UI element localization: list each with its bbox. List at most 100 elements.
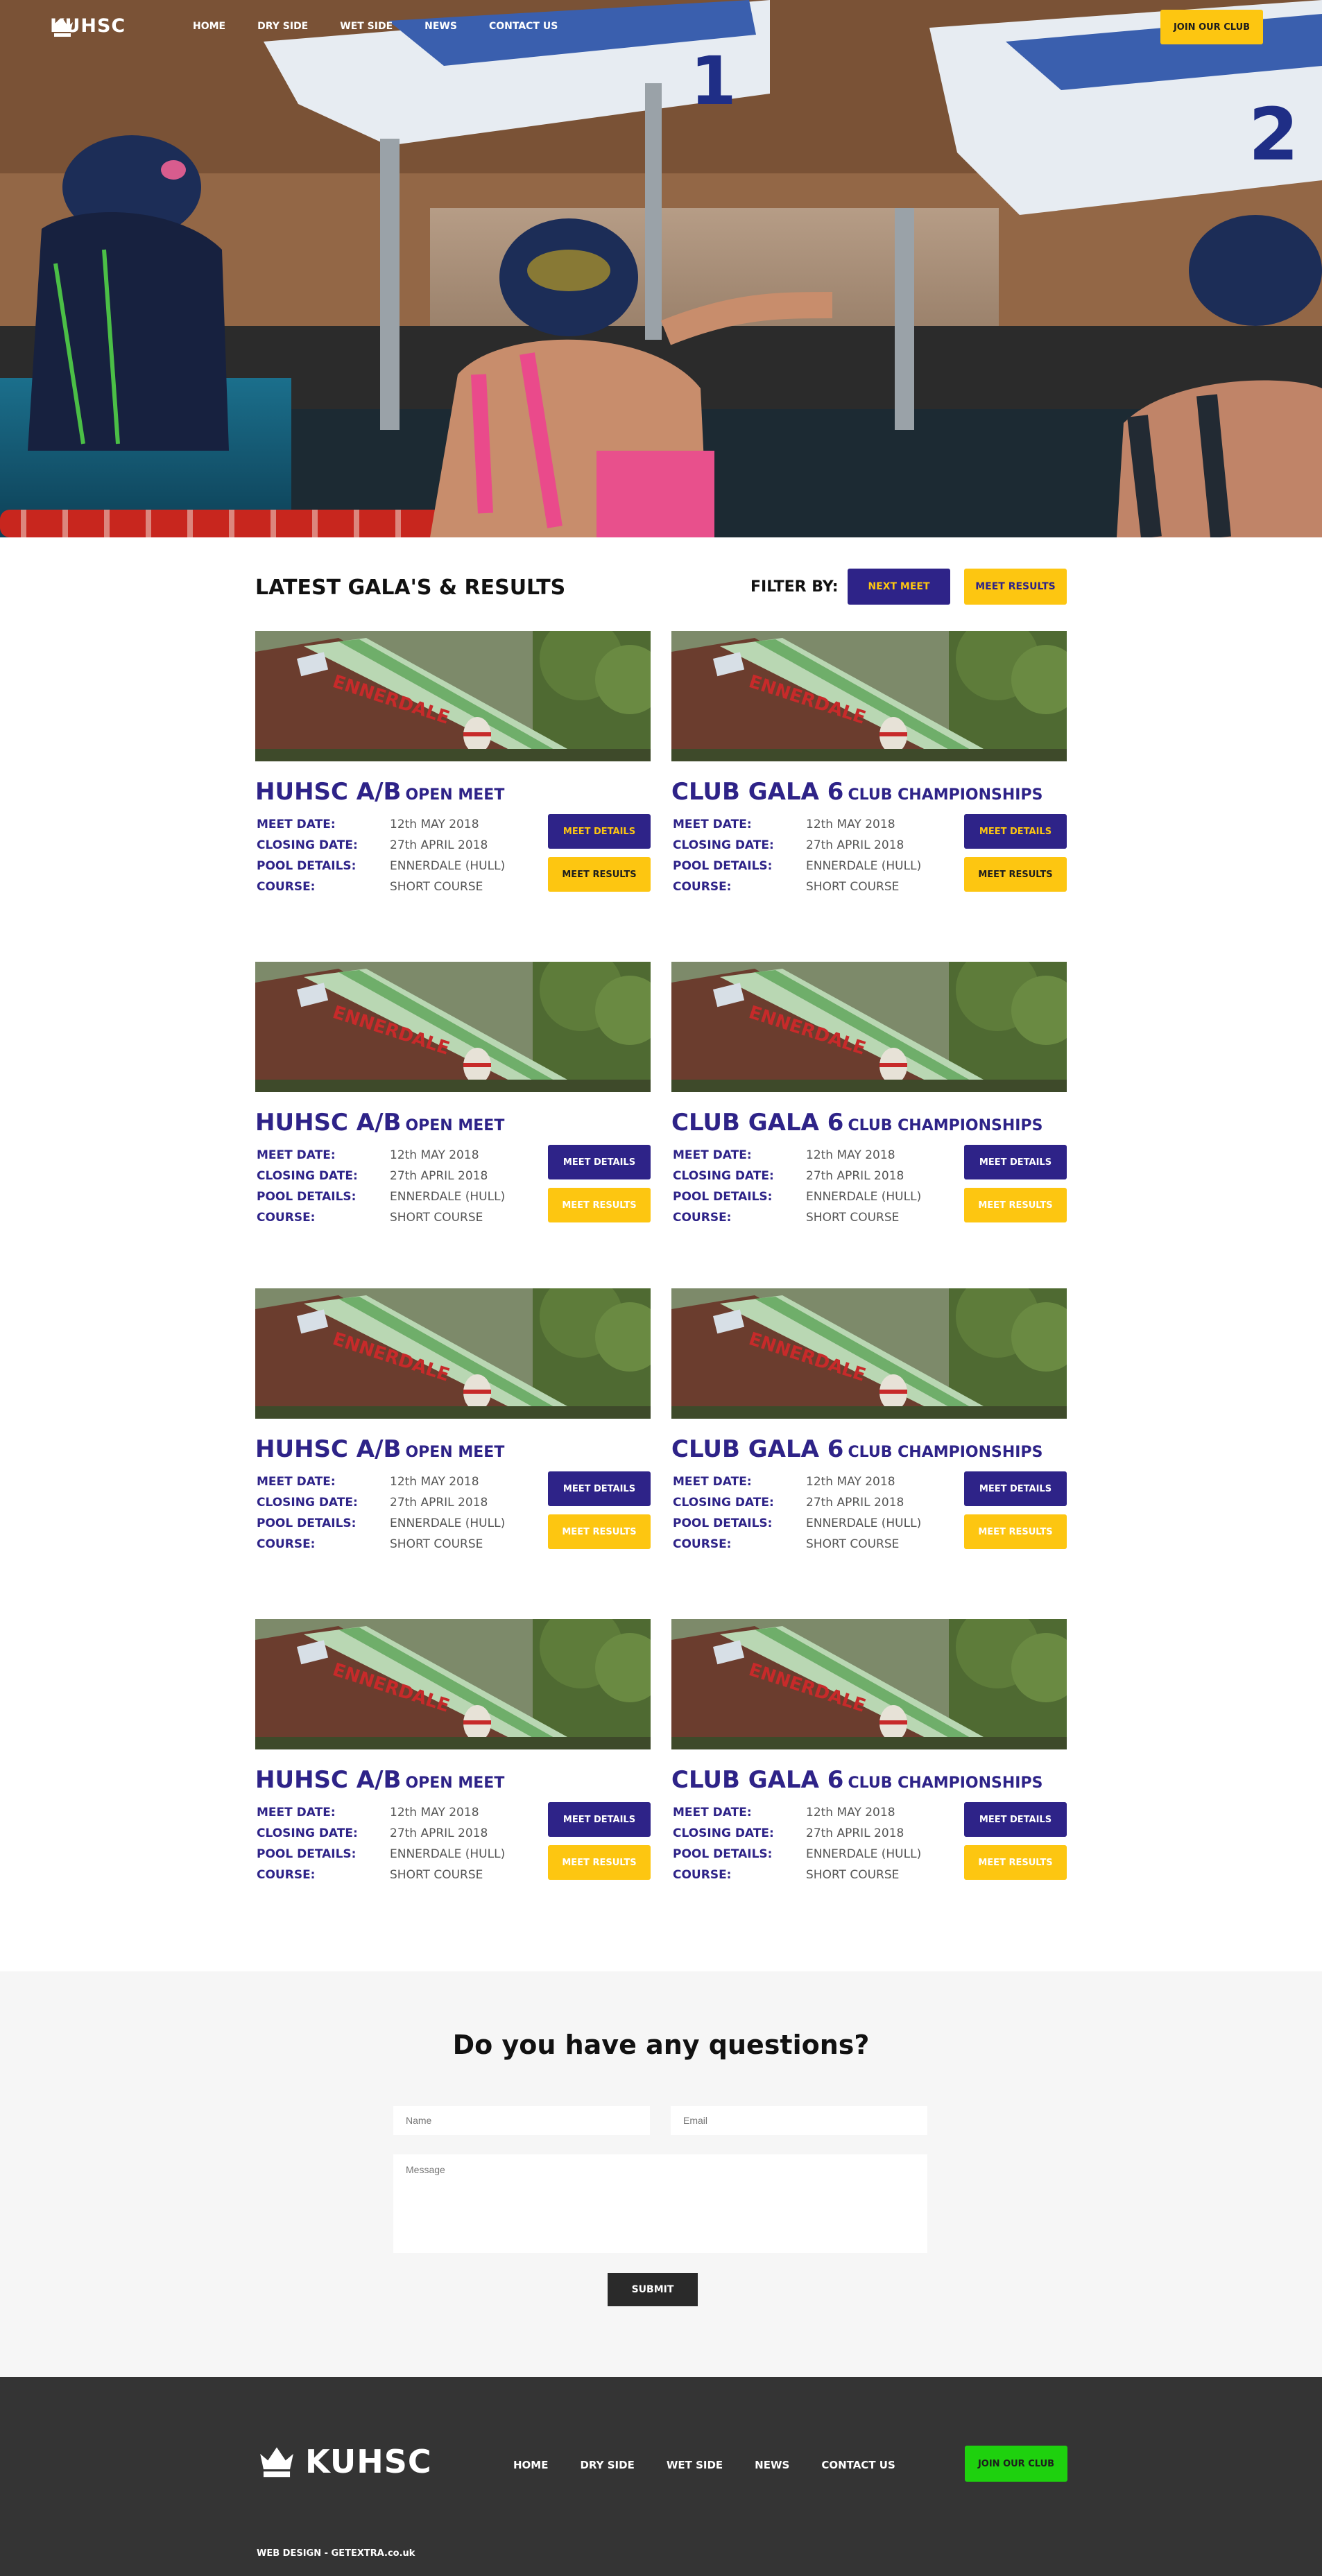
filter-meet-results-button[interactable]: MEET RESULTS	[964, 569, 1067, 605]
pool-building-image: ENNERDALE	[255, 631, 651, 761]
pool-details-row: POOL DETAILS: ENNERDALE (HULL)	[673, 1187, 943, 1208]
meet-date-value: 12th MAY 2018	[806, 1806, 895, 1819]
closing-date-row: CLOSING DATE: 27th APRIL 2018	[257, 1824, 527, 1844]
footer-nav-news[interactable]: NEWS	[755, 2459, 789, 2471]
course-row: COURSE: SHORT COURSE	[673, 877, 943, 898]
gala-title: CLUB GALA 6 CLUB CHAMPIONSHIPS	[671, 1435, 1042, 1463]
pool-building-image: ENNERDALE	[671, 1619, 1067, 1749]
meet-details-button[interactable]: MEET DETAILS	[548, 814, 651, 849]
closing-date-value: 27th APRIL 2018	[390, 1169, 488, 1183]
footer-nav-contact-us[interactable]: CONTACT US	[821, 2459, 895, 2471]
meet-date-row: MEET DATE: 12th MAY 2018	[673, 1472, 943, 1493]
course-row: COURSE: SHORT COURSE	[257, 1535, 527, 1555]
meet-details-button[interactable]: MEET DETAILS	[548, 1145, 651, 1179]
email-field[interactable]	[671, 2106, 927, 2135]
meet-date-row: MEET DATE: 12th MAY 2018	[673, 815, 943, 836]
gala-card: ENNERDALE HUHSC A/B OPEN MEET MEET DATE: …	[255, 631, 651, 908]
filter-next-meet-button[interactable]: NEXT MEET	[848, 569, 950, 605]
meet-details-button[interactable]: MEET DETAILS	[964, 1802, 1067, 1837]
nav-home[interactable]: HOME	[193, 21, 225, 32]
meet-date-value: 12th MAY 2018	[806, 1475, 895, 1489]
footer-nav-home[interactable]: HOME	[513, 2459, 548, 2471]
meet-results-button[interactable]: MEET RESULTS	[964, 1188, 1067, 1222]
gala-card: ENNERDALE CLUB GALA 6 CLUB CHAMPIONSHIPS …	[671, 962, 1067, 1239]
web-design-credit[interactable]: WEB DESIGN - GETEXTRA.co.uk	[257, 2548, 415, 2559]
meet-details-button[interactable]: MEET DETAILS	[964, 1145, 1067, 1179]
gala-meta: MEET DATE: 12th MAY 2018 CLOSING DATE: 2…	[257, 815, 527, 898]
course-value: SHORT COURSE	[390, 1211, 483, 1225]
nav-wet-side[interactable]: WET SIDE	[340, 21, 393, 32]
join-club-button[interactable]: JOIN OUR CLUB	[1160, 10, 1263, 44]
meet-results-button[interactable]: MEET RESULTS	[548, 1514, 651, 1549]
pool-details-row: POOL DETAILS: ENNERDALE (HULL)	[257, 1844, 527, 1865]
meet-date-row: MEET DATE: 12th MAY 2018	[673, 1146, 943, 1166]
meet-results-button[interactable]: MEET RESULTS	[964, 1845, 1067, 1880]
pool-building-image: ENNERDALE	[671, 1288, 1067, 1419]
footer-nav-dry-side[interactable]: DRY SIDE	[580, 2459, 634, 2471]
nav-news[interactable]: NEWS	[424, 21, 457, 32]
gala-title-sub: CLUB CHAMPIONSHIPS	[848, 1444, 1043, 1461]
top-navigation: KUHSC HOME DRY SIDE WET SIDE NEWS CONTAC…	[0, 0, 1322, 55]
gala-card: ENNERDALE HUHSC A/B OPEN MEET MEET DATE: …	[255, 1619, 651, 1896]
pool-details-value: ENNERDALE (HULL)	[806, 1847, 922, 1861]
meet-date-value: 12th MAY 2018	[390, 1148, 479, 1162]
crown-icon	[52, 18, 73, 37]
course-value: SHORT COURSE	[390, 1537, 483, 1551]
gala-title-main: HUHSC A/B	[255, 778, 402, 806]
pool-details-value: ENNERDALE (HULL)	[390, 1516, 506, 1530]
meet-date-label: MEET DATE:	[673, 818, 752, 831]
gala-title-sub: OPEN MEET	[405, 1774, 505, 1792]
meet-details-button[interactable]: MEET DETAILS	[548, 1802, 651, 1837]
closing-date-label: CLOSING DATE:	[257, 838, 358, 852]
closing-date-value: 27th APRIL 2018	[390, 1826, 488, 1840]
gala-title: HUHSC A/B OPEN MEET	[255, 1766, 504, 1794]
meet-date-label: MEET DATE:	[257, 818, 336, 831]
closing-date-row: CLOSING DATE: 27th APRIL 2018	[257, 1166, 527, 1187]
brand-logo[interactable]: KUHSC	[50, 15, 126, 37]
course-label: COURSE:	[257, 1868, 316, 1882]
name-field[interactable]	[393, 2106, 650, 2135]
course-value: SHORT COURSE	[390, 1868, 483, 1882]
meet-results-button[interactable]: MEET RESULTS	[964, 1514, 1067, 1549]
course-row: COURSE: SHORT COURSE	[257, 1208, 527, 1229]
gala-title: CLUB GALA 6 CLUB CHAMPIONSHIPS	[671, 1766, 1042, 1794]
meet-results-button[interactable]: MEET RESULTS	[548, 857, 651, 892]
meet-results-button[interactable]: MEET RESULTS	[548, 1845, 651, 1880]
closing-date-row: CLOSING DATE: 27th APRIL 2018	[673, 1824, 943, 1844]
closing-date-row: CLOSING DATE: 27th APRIL 2018	[257, 1493, 527, 1514]
course-label: COURSE:	[673, 1211, 732, 1225]
gala-title-sub: CLUB CHAMPIONSHIPS	[848, 1774, 1043, 1792]
meet-results-button[interactable]: MEET RESULTS	[964, 857, 1067, 892]
gala-title: HUHSC A/B OPEN MEET	[255, 1109, 504, 1136]
closing-date-label: CLOSING DATE:	[257, 1826, 358, 1840]
meet-date-label: MEET DATE:	[257, 1148, 336, 1162]
nav-contact-us[interactable]: CONTACT US	[489, 21, 558, 32]
meet-results-button[interactable]: MEET RESULTS	[548, 1188, 651, 1222]
closing-date-value: 27th APRIL 2018	[390, 1496, 488, 1510]
closing-date-value: 27th APRIL 2018	[806, 1496, 904, 1510]
meet-details-button[interactable]: MEET DETAILS	[964, 1471, 1067, 1506]
main-menu: HOME DRY SIDE WET SIDE NEWS CONTACT US	[193, 21, 590, 32]
pool-building-image: ENNERDALE	[255, 1288, 651, 1419]
footer-join-club-button[interactable]: JOIN OUR CLUB	[965, 2446, 1067, 2482]
footer-logo[interactable]: KUHSC	[257, 2443, 432, 2480]
meet-details-button[interactable]: MEET DETAILS	[964, 814, 1067, 849]
closing-date-label: CLOSING DATE:	[673, 1496, 774, 1510]
gala-meta: MEET DATE: 12th MAY 2018 CLOSING DATE: 2…	[257, 1472, 527, 1555]
course-label: COURSE:	[257, 880, 316, 894]
footer-nav-wet-side[interactable]: WET SIDE	[667, 2459, 723, 2471]
pool-details-label: POOL DETAILS:	[673, 1847, 773, 1861]
pool-details-row: POOL DETAILS: ENNERDALE (HULL)	[257, 1187, 527, 1208]
pool-details-label: POOL DETAILS:	[257, 1190, 357, 1204]
message-field[interactable]	[393, 2154, 927, 2253]
gala-card: ENNERDALE CLUB GALA 6 CLUB CHAMPIONSHIPS …	[671, 1288, 1067, 1566]
pool-details-value: ENNERDALE (HULL)	[390, 1847, 506, 1861]
closing-date-value: 27th APRIL 2018	[806, 1169, 904, 1183]
nav-dry-side[interactable]: DRY SIDE	[257, 21, 308, 32]
submit-button[interactable]: SUBMIT	[608, 2273, 698, 2306]
pool-details-label: POOL DETAILS:	[257, 1847, 357, 1861]
meet-date-row: MEET DATE: 12th MAY 2018	[257, 1146, 527, 1166]
pool-details-row: POOL DETAILS: ENNERDALE (HULL)	[673, 1844, 943, 1865]
closing-date-label: CLOSING DATE:	[673, 1169, 774, 1183]
meet-details-button[interactable]: MEET DETAILS	[548, 1471, 651, 1506]
